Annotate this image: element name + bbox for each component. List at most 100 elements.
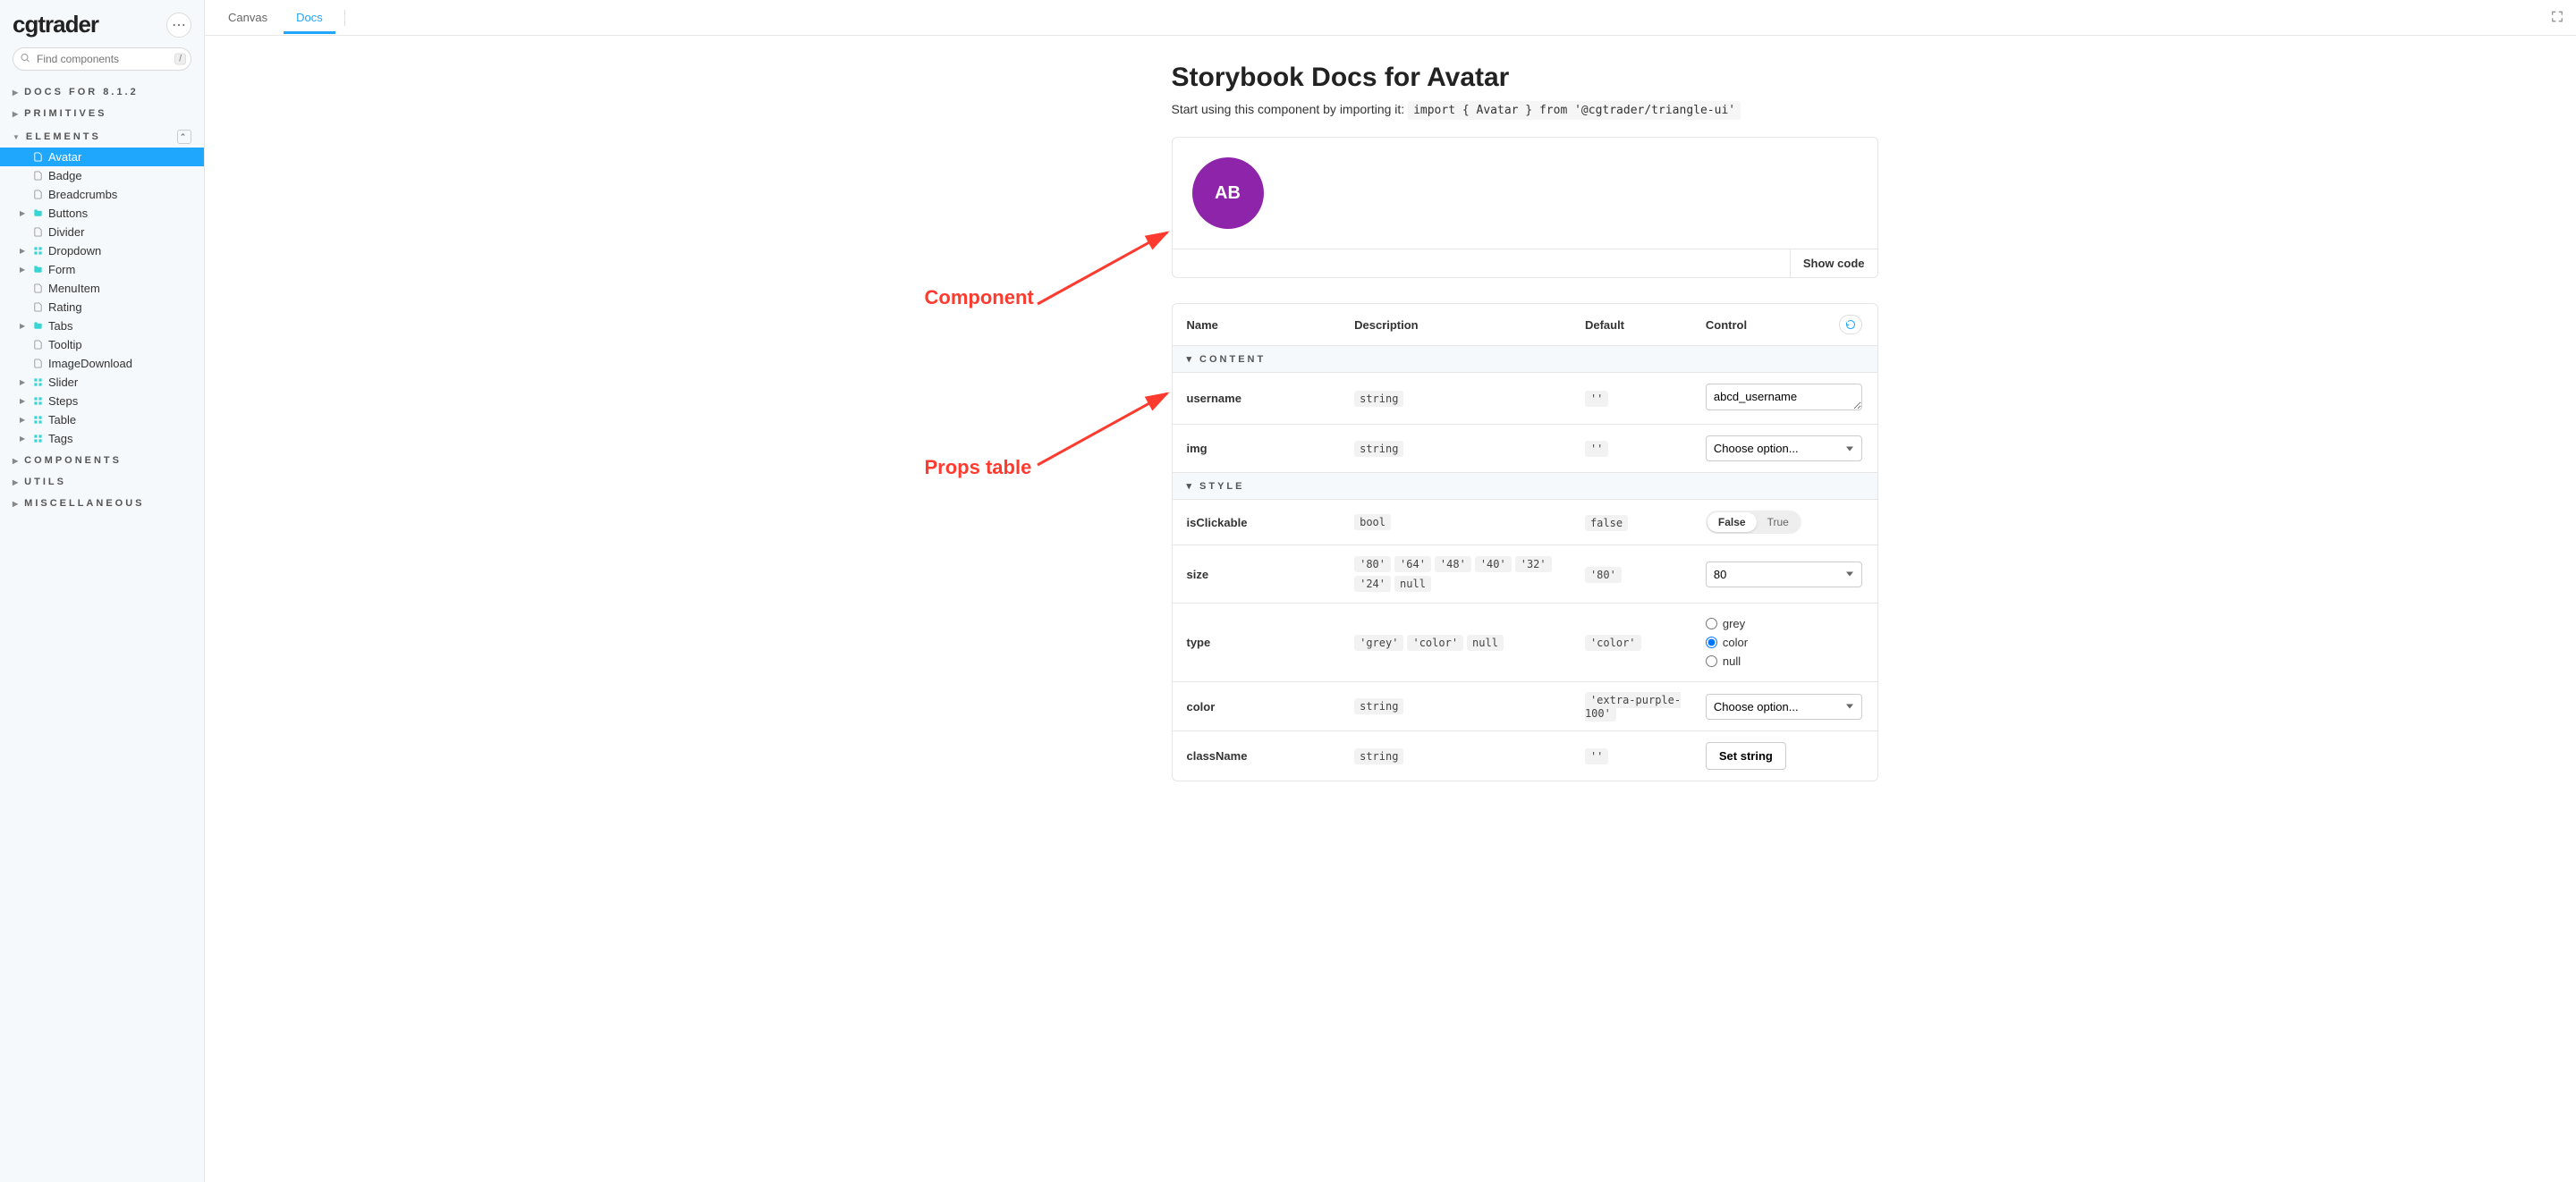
comp-icon <box>32 434 43 444</box>
color-select[interactable]: Choose option... <box>1706 694 1863 720</box>
sidebar: cgtrader ⋯ / ▶DOCS FOR 8.1.2 ▶PRIMITIVES… <box>0 0 205 1182</box>
doc-icon <box>32 190 43 200</box>
comp-icon <box>32 246 43 257</box>
sidebar-item-steps[interactable]: ▶Steps <box>0 392 204 410</box>
doc-icon <box>32 283 43 294</box>
sidebar-item-tooltip[interactable]: ▶Tooltip <box>0 335 204 354</box>
caret-down-icon: ▾ <box>1187 353 1195 365</box>
caret-right-icon: ▶ <box>20 209 27 217</box>
prop-row-username: username string '' abcd_username <box>1173 373 1877 425</box>
sidebar-item-label: ImageDownload <box>48 357 132 370</box>
sidebar-item-label: Table <box>48 413 76 426</box>
sidebar-item-divider[interactable]: ▶Divider <box>0 223 204 241</box>
toggle-true[interactable]: True <box>1757 512 1800 532</box>
sidebar-item-tabs[interactable]: ▶ Tabs <box>0 317 204 335</box>
prop-row-classname: className string '' Set string <box>1173 731 1877 781</box>
sidebar-item-label: Tabs <box>48 319 72 333</box>
prop-row-color: color string 'extra-purple-100' Choose o… <box>1173 682 1877 731</box>
type-radio-null[interactable]: null <box>1706 652 1863 671</box>
sidebar-item-label: Divider <box>48 225 84 239</box>
caret-down-icon: ▾ <box>1187 480 1195 492</box>
nav-section-utils[interactable]: ▶UTILS <box>0 469 204 491</box>
sidebar-item-dropdown[interactable]: ▶Dropdown <box>0 241 204 260</box>
size-select[interactable]: 80 <box>1706 561 1863 587</box>
search-input[interactable] <box>13 47 191 71</box>
more-button[interactable]: ⋯ <box>166 13 191 38</box>
annotation-props: Props table <box>925 456 1032 479</box>
doc-wrapper: Component Props table Storybook Docs for… <box>903 63 1878 781</box>
sidebar-item-slider[interactable]: ▶ Slider <box>0 373 204 392</box>
col-description: Description <box>1354 318 1574 332</box>
sidebar-item-label: Form <box>48 263 75 276</box>
sidebar-item-label: Dropdown <box>48 244 101 258</box>
show-code-button[interactable]: Show code <box>1790 249 1877 277</box>
nav-section-components[interactable]: ▶COMPONENTS <box>0 448 204 469</box>
sidebar-item-badge[interactable]: ▶Badge <box>0 166 204 185</box>
brand-logo: cgtrader <box>13 11 98 38</box>
sidebar-item-label: Rating <box>48 300 82 314</box>
fullscreen-icon[interactable] <box>2551 10 2563 25</box>
nav-section-docs[interactable]: ▶DOCS FOR 8.1.2 <box>0 80 204 101</box>
props-group-content[interactable]: ▾CONTENT <box>1173 346 1877 373</box>
set-string-button[interactable]: Set string <box>1706 742 1786 770</box>
toggle-false[interactable]: False <box>1707 512 1757 532</box>
prop-row-type: type 'grey''color'null 'color' grey colo… <box>1173 604 1877 682</box>
folder-icon <box>32 265 43 275</box>
prop-row-size: size '80''64''48''40''32''24'null '80' 8… <box>1173 545 1877 604</box>
import-code: import { Avatar } from '@cgtrader/triang… <box>1408 101 1741 120</box>
sidebar-item-label: Tags <box>48 432 72 445</box>
main: Canvas Docs Component Props table Story <box>205 0 2576 1182</box>
nav-section-misc[interactable]: ▶MISCELLANEOUS <box>0 491 204 512</box>
doc-icon <box>32 340 43 350</box>
sidebar-item-label: Badge <box>48 169 82 182</box>
nav-section-elements[interactable]: ▼ELEMENTS⌃ <box>0 122 204 148</box>
col-name: Name <box>1187 318 1344 332</box>
sidebar-item-buttons[interactable]: ▶Buttons <box>0 204 204 223</box>
sidebar-item-form[interactable]: ▶Form <box>0 260 204 279</box>
tab-separator <box>344 10 345 26</box>
isclickable-toggle[interactable]: False True <box>1706 511 1801 534</box>
collapse-icon[interactable]: ⌃ <box>177 130 191 144</box>
img-select[interactable]: Choose option... <box>1706 435 1863 461</box>
sidebar-item-avatar[interactable]: ▶Avatar <box>0 148 204 166</box>
col-default: Default <box>1585 318 1695 332</box>
caret-right-icon: ▶ <box>13 500 21 508</box>
reset-controls-button[interactable] <box>1839 315 1862 334</box>
sidebar-item-breadcrumbs[interactable]: ▶Breadcrumbs <box>0 185 204 204</box>
doc-icon <box>32 152 43 163</box>
sidebar-item-menuitem[interactable]: ▶MenuItem <box>0 279 204 298</box>
ellipsis-icon: ⋯ <box>172 16 186 34</box>
sidebar-item-tags[interactable]: ▶ Tags <box>0 429 204 448</box>
preview-body: AB <box>1173 138 1877 249</box>
undo-icon <box>1845 319 1856 330</box>
sidebar-item-label: Avatar <box>48 150 81 164</box>
doc-icon <box>32 227 43 238</box>
sidebar-item-label: Steps <box>48 394 78 408</box>
props-table-header: Name Description Default Control <box>1173 304 1877 346</box>
prop-row-isclickable: isClickable bool false False True <box>1173 500 1877 545</box>
doc-icon <box>32 171 43 182</box>
tab-docs[interactable]: Docs <box>284 2 335 34</box>
nav-section-primitives[interactable]: ▶PRIMITIVES <box>0 101 204 122</box>
props-group-style[interactable]: ▾STYLE <box>1173 473 1877 500</box>
content-scroll[interactable]: Component Props table Storybook Docs for… <box>205 36 2576 1182</box>
sidebar-item-imagedownload[interactable]: ▶ImageDownload <box>0 354 204 373</box>
caret-right-icon: ▶ <box>20 322 27 330</box>
tab-canvas[interactable]: Canvas <box>216 2 280 34</box>
sidebar-item-label: Slider <box>48 376 78 389</box>
caret-right-icon: ▶ <box>20 378 27 386</box>
annotation-component: Component <box>925 286 1034 309</box>
sidebar-item-rating[interactable]: ▶Rating <box>0 298 204 317</box>
type-radio-color[interactable]: color <box>1706 633 1863 652</box>
props-table: Name Description Default Control ▾CONTEN… <box>1172 303 1878 781</box>
search-kbd-hint: / <box>174 54 186 65</box>
caret-right-icon: ▶ <box>20 435 27 443</box>
search-wrapper: / <box>13 47 191 71</box>
doc-icon <box>32 302 43 313</box>
sidebar-item-table[interactable]: ▶Table <box>0 410 204 429</box>
type-radio-grey[interactable]: grey <box>1706 614 1863 633</box>
page-subtitle: Start using this component by importing … <box>1172 102 1878 117</box>
col-control: Control <box>1706 318 1747 332</box>
username-input[interactable]: abcd_username <box>1706 384 1863 410</box>
comp-icon <box>32 415 43 426</box>
